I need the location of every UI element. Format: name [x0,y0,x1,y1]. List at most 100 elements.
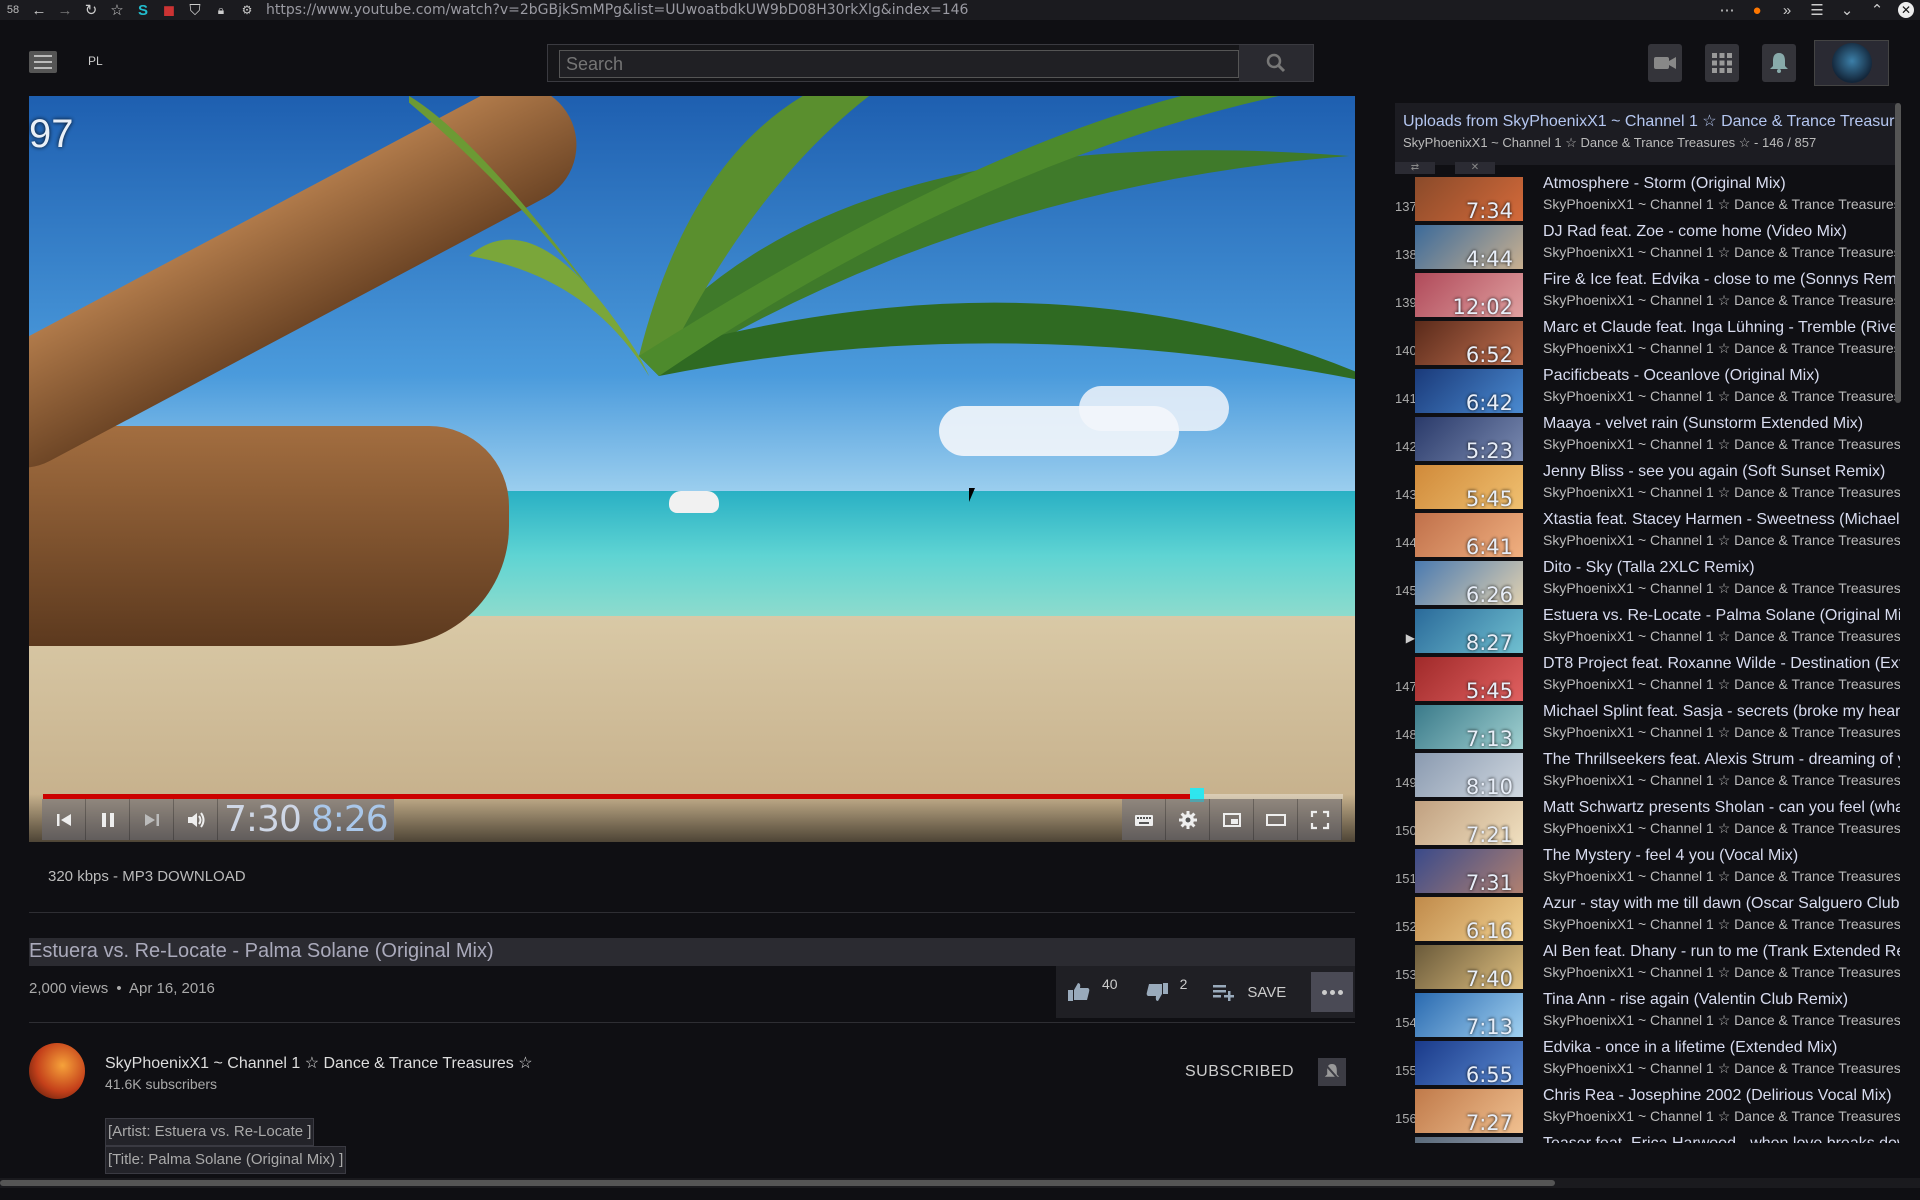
playlist-item-title[interactable]: Tina Ann - rise again (Valentin Club Rem… [1543,991,1848,1009]
playlist-thumbnail[interactable]: 7:27 [1415,1089,1523,1133]
playlist-thumbnail[interactable]: 5:23 [1415,417,1523,461]
playlist-item-title[interactable]: Teaser feat. Erica Harwood - when love b… [1543,1135,1900,1143]
playlist-item[interactable]: 144 6:41 Xtastia feat. Stacey Harmen - Swe… [1395,511,1900,559]
more-actions-button[interactable] [1311,972,1353,1012]
horizontal-scrollbar[interactable] [0,1178,1920,1188]
channel-name[interactable]: SkyPhoenixX1 ~ Channel 1 ☆ Dance & Tranc… [105,1053,533,1073]
playlist-thumbnail[interactable]: 6:41 [1415,513,1523,557]
playlist-item[interactable]: 149 8:10 The Thrillseekers feat. Alexis St… [1395,751,1900,799]
playlist-thumbnail[interactable]: 12:02 [1415,273,1523,317]
playlist-thumbnail[interactable]: 7:40 [1415,945,1523,989]
maximize-chevron-icon[interactable]: ⌃ [1862,1,1892,19]
playlist-item-title[interactable]: DT8 Project feat. Roxanne Wilde - Destin… [1543,655,1900,673]
playlist-item[interactable]: 153 7:40 Al Ben feat. Dhany - run to me (T… [1395,943,1900,991]
volume-button[interactable] [174,799,218,840]
scrollbar-thumb[interactable] [0,1180,1555,1186]
playlist-title[interactable]: Uploads from SkyPhoenixX1 ~ Channel 1 ☆ … [1403,111,1900,131]
playlist-item[interactable]: 140 6:52 Marc et Claude feat. Inga Lühning… [1395,319,1900,367]
permissions-icon[interactable]: ⚙ [234,3,260,17]
pause-button[interactable] [86,799,130,840]
overflow-chevron-icon[interactable]: » [1772,2,1802,19]
playlist-thumbnail[interactable]: 5:45 [1415,657,1523,701]
playlist-thumbnail[interactable]: 6:16 [1415,897,1523,941]
forward-icon[interactable]: → [52,2,78,19]
playlist-item-title[interactable]: Xtastia feat. Stacey Harmen - Sweetness … [1543,511,1900,529]
back-icon[interactable]: ← [26,2,52,19]
tab-count[interactable]: 58 [0,4,26,16]
playlist-item-title[interactable]: Atmosphere - Storm (Original Mix) [1543,175,1786,193]
shield-icon[interactable]: ⛉ [182,2,208,19]
settings-button[interactable] [1166,799,1210,840]
theater-mode-button[interactable] [1254,799,1298,840]
playlist-item[interactable]: Teaser feat. Erica Harwood - when love b… [1395,1135,1900,1143]
playlist-item-title[interactable]: Azur - stay with me till dawn (Oscar Sal… [1543,895,1900,913]
playlist-item[interactable]: 154 7:13 Tina Ann - rise again (Valentin C… [1395,991,1900,1039]
playlist-thumbnail[interactable]: 6:42 [1415,369,1523,413]
playlist-item[interactable]: 150 7:21 Matt Schwartz presents Sholan - c… [1395,799,1900,847]
window-close-icon[interactable]: ✕ [1898,2,1914,18]
playlist-thumbnail[interactable]: 5:45 [1415,465,1523,509]
playlist-item-title[interactable]: Fire & Ice feat. Edvika - close to me (S… [1543,271,1900,289]
playlist-item-title[interactable]: Matt Schwartz presents Sholan - can you … [1543,799,1900,817]
apps-button[interactable] [1705,44,1739,82]
extension-colorful-icon[interactable]: ● [1742,2,1772,19]
playlist-item[interactable]: 145 6:26 Dito - Sky (Talla 2XLC Remix) SkyP… [1395,559,1900,607]
playlist-item-title[interactable]: Estuera vs. Re-Locate - Palma Solane (Or… [1543,607,1900,625]
playlist-item[interactable]: 139 12:02 Fire & Ice feat. Edvika - close … [1395,271,1900,319]
playlist-thumbnail[interactable]: 4:44 [1415,225,1523,269]
dislike-button[interactable]: 2 [1146,976,1187,1001]
playlist-item-title[interactable]: The Thrillseekers feat. Alexis Strum - d… [1543,751,1900,769]
playlist-thumbnail[interactable]: 7:34 [1415,177,1523,221]
extension-ublock-icon[interactable]: ◼ [156,1,182,19]
playlist-thumbnail[interactable]: 6:52 [1415,321,1523,365]
like-button[interactable]: 40 [1068,976,1118,1001]
fullscreen-button[interactable] [1298,799,1342,840]
account-avatar-button[interactable] [1814,40,1889,86]
guide-menu-icon[interactable] [29,51,57,73]
miniplayer-button[interactable] [1210,799,1254,840]
hamburger-menu-icon[interactable]: ☰ [1802,1,1832,19]
shuffle-icon[interactable]: ✕ [1455,162,1495,174]
playlist-item-title[interactable]: Pacificbeats - Oceanlove (Original Mix) [1543,367,1820,385]
playlist-item-title[interactable]: Jenny Bliss - see you again (Soft Sunset… [1543,463,1885,481]
playlist-item-title[interactable]: Dito - Sky (Talla 2XLC Remix) [1543,559,1755,577]
loop-icon[interactable]: ⇄ [1395,162,1435,174]
playlist-item-title[interactable]: Chris Rea - Josephine 2002 (Delirious Vo… [1543,1087,1892,1105]
search-button[interactable] [1239,45,1313,81]
playlist-item[interactable]: 137 7:34 Atmosphere - Storm (Original Mix)… [1395,175,1900,223]
playlist-thumbnail[interactable]: 6:26 [1415,561,1523,605]
playlist-thumbnail[interactable]: 7:31 [1415,849,1523,893]
playlist-thumbnail[interactable]: 7:13 [1415,993,1523,1037]
playlist-item[interactable]: ▶ 8:27 Estuera vs. Re-Locate - Palma Solan… [1395,607,1900,655]
playlist-item-title[interactable]: Marc et Claude feat. Inga Lühning - Trem… [1543,319,1900,337]
save-button[interactable]: SAVE [1213,983,1286,1001]
playlist-item[interactable]: 141 6:42 Pacificbeats - Oceanlove (Origina… [1395,367,1900,415]
previous-button[interactable] [42,799,86,840]
playlist-item[interactable]: 155 6:55 Edvika - once in a lifetime (Exte… [1395,1039,1900,1087]
playlist-item-title[interactable]: Michael Splint feat. Sasja - secrets (br… [1543,703,1900,721]
playlist-thumbnail[interactable]: 6:55 [1415,1041,1523,1085]
playlist-thumbnail[interactable]: 7:13 [1415,705,1523,749]
video-player[interactable]: 97 7:30 8:26 [29,96,1355,842]
next-button[interactable] [130,799,174,840]
playlist-item[interactable]: 142 5:23 Maaya - velvet rain (Sunstorm Ext… [1395,415,1900,463]
address-bar[interactable]: https://www.youtube.com/watch?v=2bGBjkSm… [266,2,968,18]
playlist-item[interactable]: 143 5:45 Jenny Bliss - see you again (Soft… [1395,463,1900,511]
playlist-thumbnail[interactable]: 8:27 [1415,609,1523,653]
channel-avatar[interactable] [29,1043,85,1099]
extension-s-icon[interactable]: S [130,2,156,19]
notifications-button[interactable] [1762,44,1796,82]
create-video-button[interactable] [1648,44,1682,82]
notification-bell-button[interactable] [1318,1058,1346,1086]
mp3-download-link[interactable]: 320 kbps - MP3 DOWNLOAD [48,868,246,885]
playlist-item[interactable]: 152 6:16 Azur - stay with me till dawn (Os… [1395,895,1900,943]
subscribed-button[interactable]: SUBSCRIBED [1185,1063,1294,1081]
playlist-item[interactable]: 151 7:31 The Mystery - feel 4 you (Vocal M… [1395,847,1900,895]
minimize-chevron-icon[interactable]: ⌄ [1832,1,1862,19]
reload-icon[interactable]: ↻ [78,1,104,19]
playlist-thumbnail[interactable] [1415,1137,1523,1143]
playlist-item[interactable]: 148 7:13 Michael Splint feat. Sasja - secr… [1395,703,1900,751]
search-input[interactable] [559,50,1239,78]
playlist-thumbnail[interactable]: 7:21 [1415,801,1523,845]
playlist-item-title[interactable]: DJ Rad feat. Zoe - come home (Video Mix) [1543,223,1847,241]
